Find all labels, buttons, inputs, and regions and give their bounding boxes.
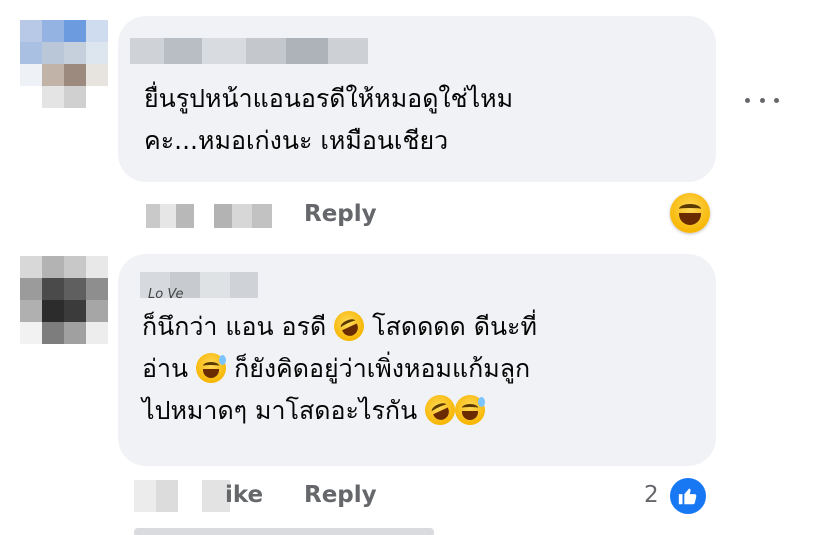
grinning-face-icon[interactable] xyxy=(670,193,710,233)
reply-button-2[interactable]: Reply xyxy=(304,482,377,508)
commenter-avatar-2[interactable] xyxy=(20,256,108,344)
more-options-icon[interactable] xyxy=(745,88,779,112)
next-comment-edge xyxy=(134,528,434,535)
comment-line: ก็ยังคิดอยู่ว่าเพิ่งหอมแก้มลูก xyxy=(234,354,531,383)
rolling-laughing-icon xyxy=(420,390,461,430)
comment-line: โสดดดด ดีนะที่ xyxy=(372,312,537,341)
comment-line: ก็นึกว่า แอน อรดี xyxy=(142,312,327,341)
like-action-1[interactable] xyxy=(146,204,194,228)
rolling-laughing-icon xyxy=(329,306,370,346)
comment-line: ยื่นรูปหน้าแอนอรดีให้หมอดูใช่ไหม xyxy=(144,84,514,113)
comment-line: คะ...หมอเก่งนะ เหมือนเชียว xyxy=(144,126,449,155)
commenter-avatar-1[interactable] xyxy=(20,20,108,108)
reply-count-1 xyxy=(214,204,272,228)
commenter-name-1[interactable] xyxy=(130,38,370,64)
grinning-sweat-icon xyxy=(455,395,486,425)
like-count[interactable]: 2 xyxy=(644,482,659,508)
like-action-2-blur xyxy=(134,480,178,512)
like-button-2[interactable]: ike xyxy=(225,482,263,508)
like-thumb-icon[interactable] xyxy=(668,476,708,516)
author-fragment: Lo Ve xyxy=(148,287,184,302)
comment-line: ไปหมาดๆ มาโสดอะไรกัน xyxy=(142,396,418,425)
comment-text-2: ก็นึกว่า แอน อรดี โสดดดด ดีนะที่ อ่าน ก็… xyxy=(142,306,537,432)
comment-line: อ่าน xyxy=(142,354,189,383)
grinning-sweat-icon xyxy=(196,353,227,383)
reply-button-1[interactable]: Reply xyxy=(304,201,377,227)
comment-bubble-1: ยื่นรูปหน้าแอนอรดีให้หมอดูใช่ไหม คะ...หม… xyxy=(118,16,716,182)
comment-text-1: ยื่นรูปหน้าแอนอรดีให้หมอดูใช่ไหม คะ...หม… xyxy=(144,78,513,162)
comment-bubble-2: Lo Ve ก็นึกว่า แอน อรดี โสดดดด ดีนะที่ อ… xyxy=(118,254,716,466)
